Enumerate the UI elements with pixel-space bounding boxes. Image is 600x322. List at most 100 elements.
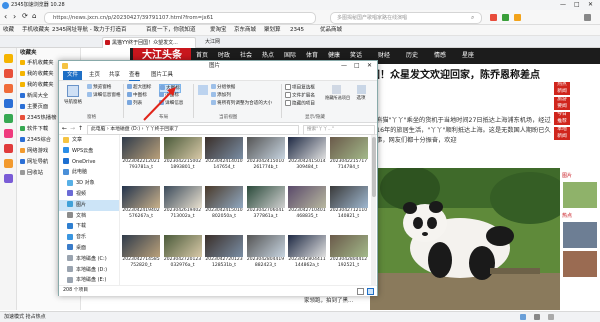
side-tag[interactable]: 本地 新闻 [554, 127, 570, 140]
forward-icon[interactable]: → [70, 123, 75, 134]
game-icon[interactable] [3, 69, 13, 78]
up-icon[interactable]: ↑ [78, 123, 83, 134]
video-icon[interactable] [3, 99, 13, 108]
details-pane-button[interactable]: 详细信息窗格 [87, 92, 121, 99]
feed-thumbnail[interactable] [563, 251, 597, 277]
tab-home[interactable]: 主页 [89, 71, 100, 80]
nav-link[interactable]: 历史 [406, 48, 418, 64]
file-item[interactable]: 2023042415014309484_t [287, 137, 327, 179]
favorites-icon[interactable] [3, 54, 13, 63]
back-icon[interactable]: ← [62, 123, 67, 134]
bookmark-item[interactable]: 收藏 [3, 25, 14, 35]
bookmark-item[interactable]: 聚划算 [264, 25, 281, 35]
maximize-button[interactable]: □ [574, 0, 580, 10]
nav-item-documents[interactable]: 文档 [59, 211, 119, 222]
back-icon[interactable]: ‹ [4, 12, 7, 21]
scrollbar-thumb[interactable] [371, 137, 376, 197]
shop-icon[interactable] [3, 129, 13, 138]
hidden-items-option[interactable]: 隐藏的项目 [285, 100, 315, 108]
bookmark-item[interactable]: 爱淘宝 [210, 25, 227, 35]
url-field[interactable]: https://news.jxcn.cn/p/20230427/39791107… [44, 12, 316, 24]
nav-item-articles[interactable]: 文章 [59, 135, 119, 146]
refresh-icon[interactable]: ⟳ [22, 12, 28, 20]
tab-share[interactable]: 共享 [109, 71, 120, 80]
file-item[interactable]: 2023042215717714784_t [329, 137, 369, 179]
file-item[interactable]: 2023042212021793781a_t [121, 137, 161, 179]
explorer-minimize-button[interactable]: — [341, 61, 347, 71]
sort-by-button[interactable] [197, 85, 209, 105]
add-columns-button[interactable]: 添加列 [211, 92, 231, 99]
close-button[interactable]: ✕ [588, 0, 593, 10]
download-icon[interactable] [520, 313, 526, 320]
nav-item-desktop[interactable]: 桌面 [59, 243, 119, 254]
file-item[interactable]: 2023042720123128531b_t [204, 235, 244, 277]
file-item[interactable]: 2023042415010261774b_t [246, 137, 286, 179]
zoom-icon[interactable] [548, 313, 554, 320]
preview-pane-button[interactable]: 预览窗格 [87, 84, 111, 91]
news-icon[interactable] [3, 159, 13, 168]
file-item[interactable]: 2023042804419882423_t [246, 235, 286, 277]
tab[interactable]: 大江网 [196, 37, 256, 47]
item-checkboxes-option[interactable]: 项目复选框 [285, 84, 315, 92]
file-item[interactable]: 2023042415010802050a_t [204, 186, 244, 228]
file-item[interactable]: 2023042714585752820_t [121, 235, 161, 277]
tab-picture-tools[interactable]: 图片工具 [151, 71, 173, 80]
explorer-maximize-button[interactable]: □ [354, 61, 360, 71]
file-item[interactable]: 2023042804412192521_t [329, 235, 369, 277]
extension-icon[interactable] [502, 13, 509, 21]
nav-item-drive-c[interactable]: 本地磁盘 (C:) [59, 254, 119, 265]
explorer-search-field[interactable]: 搜索"丫丫..." [303, 124, 375, 135]
nav-item-downloads[interactable]: 下载 [59, 221, 119, 232]
bookmark-item[interactable]: 京东商城 [234, 25, 256, 35]
bookmark-item[interactable]: 2345网址导航 - 致力于打造百 [52, 25, 126, 35]
tab-file[interactable]: 文件 [63, 71, 83, 80]
hide-selected-button[interactable]: 隐藏所选项目 [325, 85, 350, 101]
file-item[interactable]: 2023042710401468835_t [287, 186, 327, 228]
side-tag[interactable]: 旅游 要闻 [554, 97, 570, 110]
navigation-pane-button[interactable]: 导航窗格 [63, 85, 83, 105]
menu-icon[interactable] [584, 13, 591, 21]
sound-icon[interactable] [534, 313, 540, 320]
group-by-button[interactable]: 分组依据 [211, 84, 235, 91]
mail-icon[interactable] [3, 114, 13, 123]
nav-link[interactable]: 情感 [434, 48, 446, 64]
minimize-button[interactable]: — [560, 0, 566, 10]
bookmark-item[interactable]: 2345 [290, 25, 304, 35]
nav-item-pictures[interactable]: 图片 [59, 199, 119, 211]
nav-item-videos[interactable]: 视频 [59, 189, 119, 200]
tab-active[interactable]: 黑猫YY终于回国！众望发文... [102, 37, 196, 48]
forward-icon[interactable]: › [13, 12, 16, 21]
nav-item-3d-objects[interactable]: 3D 对象 [59, 178, 119, 189]
file-item[interactable]: 2023042706041377861a_t [246, 186, 286, 228]
options-button[interactable]: 选项 [351, 85, 371, 101]
file-item[interactable]: 2023042720123032976a_t [163, 235, 203, 277]
search-field[interactable]: 多图揭秘国产歌唱家路在线演唱 ⌕ [330, 12, 482, 24]
nav-item-onedrive[interactable]: OneDrive [59, 157, 119, 168]
nav-item-drive-d[interactable]: 本地磁盘 (D:) [59, 265, 119, 276]
bookmark-item[interactable]: 优品商城 [320, 25, 342, 35]
side-tag[interactable]: 今日 推荐 [554, 112, 570, 125]
large-icons-view-icon[interactable] [367, 288, 374, 295]
explorer-address-field[interactable]: 此电脑 › 本地磁盘 (D:) › 丫丫终于回家了 [87, 124, 299, 135]
feed-thumbnail[interactable] [563, 182, 597, 208]
bookmark-item[interactable]: 手机收藏夹 [22, 25, 50, 35]
nav-link[interactable]: 星座 [462, 48, 474, 64]
nav-item-wps-cloud[interactable]: WPS云盘 [59, 146, 119, 157]
nav-item-this-pc[interactable]: 此电脑 [59, 167, 119, 178]
feed-thumbnail[interactable] [563, 222, 597, 248]
search-icon[interactable]: ⌕ [471, 13, 474, 23]
file-item[interactable]: 2023042414010147654_t [204, 137, 244, 179]
side-tag[interactable]: 热点 新闻 [554, 82, 570, 95]
file-item[interactable]: 2023042619402713002a_t [163, 186, 203, 228]
nav-link[interactable]: 财经 [378, 48, 390, 64]
tab-view[interactable]: 查看 [129, 71, 141, 81]
nav-item-music[interactable]: 音乐 [59, 232, 119, 243]
file-extensions-option[interactable]: 文件扩展名 [285, 92, 315, 100]
explorer-close-button[interactable]: ✕ [367, 61, 372, 71]
bookmark-item[interactable]: 百度一下，你就知道 [146, 25, 196, 35]
file-item[interactable]: 2023042712110140821_t [329, 186, 369, 228]
file-item[interactable]: 2023042419402576267a_t [121, 186, 161, 228]
file-item[interactable]: 20230422150021893801_t [163, 137, 203, 179]
home-icon[interactable]: ⌂ [32, 12, 36, 20]
music-icon[interactable] [3, 144, 13, 153]
